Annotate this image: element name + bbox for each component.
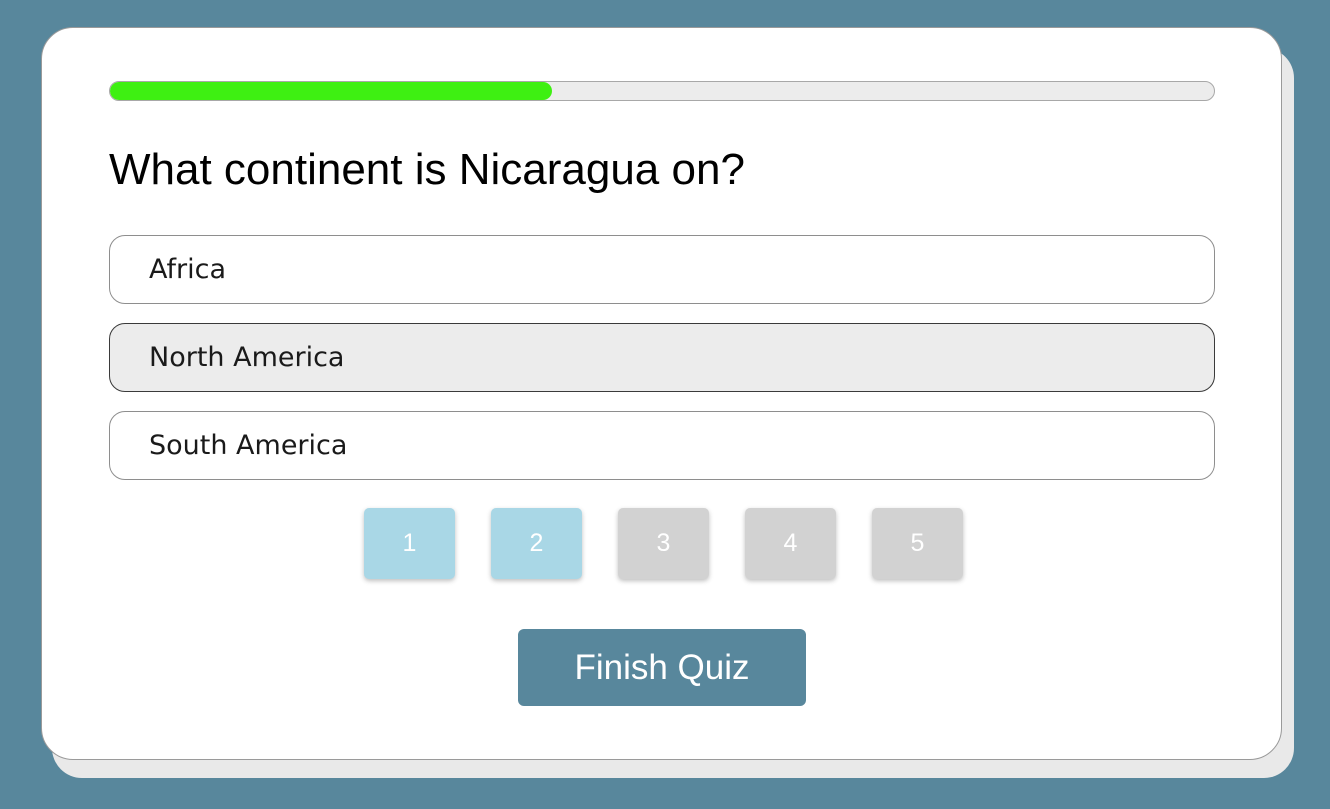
answer-option-north-america[interactable]: North America xyxy=(109,323,1215,392)
answer-option-label: South America xyxy=(149,430,348,461)
progress-bar xyxy=(109,81,1215,101)
page-button-1[interactable]: 1 xyxy=(364,508,455,579)
finish-quiz-button[interactable]: Finish Quiz xyxy=(518,629,806,706)
page-button-3[interactable]: 3 xyxy=(618,508,709,579)
progress-bar-fill xyxy=(110,82,552,100)
page-button-4[interactable]: 4 xyxy=(745,508,836,579)
answer-option-label: Africa xyxy=(149,254,227,285)
page-button-2[interactable]: 2 xyxy=(491,508,582,579)
answer-options: Africa North America South America xyxy=(109,235,1215,499)
quiz-card: What continent is Nicaragua on? Africa N… xyxy=(41,27,1282,760)
question-text: What continent is Nicaragua on? xyxy=(109,145,745,194)
answer-option-south-america[interactable]: South America xyxy=(109,411,1215,480)
question-pager: 1 2 3 4 5 xyxy=(364,508,963,579)
answer-option-label: North America xyxy=(149,342,345,373)
answer-option-africa[interactable]: Africa xyxy=(109,235,1215,304)
page-button-5[interactable]: 5 xyxy=(872,508,963,579)
